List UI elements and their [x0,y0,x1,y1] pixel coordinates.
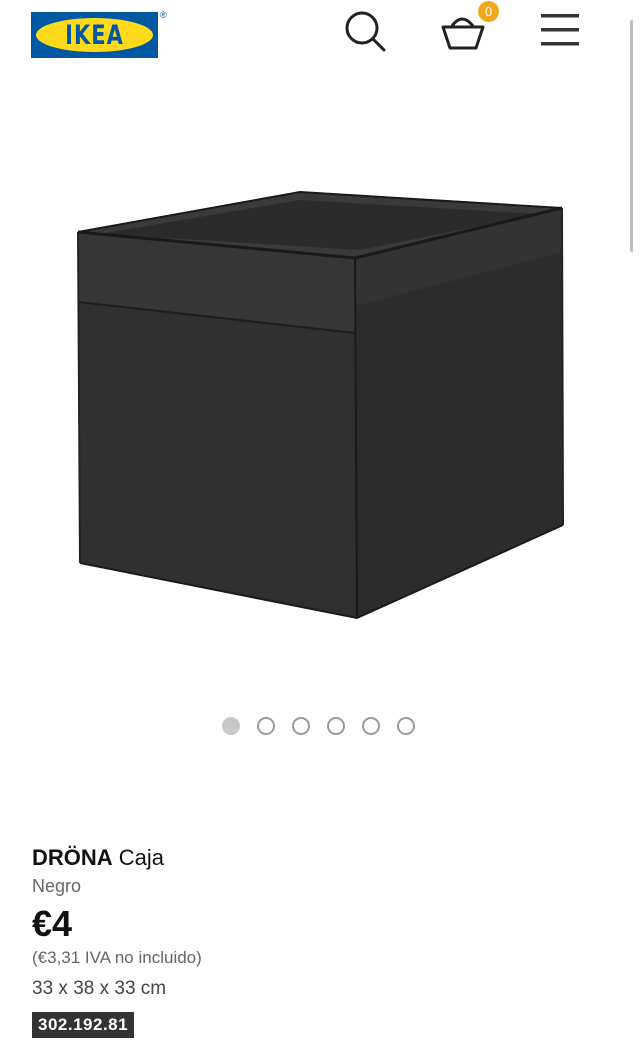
storage-box-image [77,190,564,620]
product-price: €4 [32,903,73,944]
search-button[interactable] [342,8,388,54]
ikea-logo[interactable]: IKEA [31,12,158,58]
carousel-dot-6[interactable] [397,717,415,735]
article-number: 302.192.81 [32,1012,135,1038]
menu-button[interactable] [538,10,582,50]
cart-count-badge: 0 [478,1,499,22]
carousel-dot-3[interactable] [292,717,310,735]
site-header: IKEA ® 0 [0,0,640,70]
product-image[interactable] [60,180,580,630]
carousel-dot-5[interactable] [362,717,380,735]
carousel-dot-2[interactable] [257,717,275,735]
logo-text: IKEA [65,20,124,50]
logo-oval: IKEA [36,18,153,52]
hamburger-menu-icon [541,14,579,46]
registered-mark: ® [160,10,167,20]
search-icon [345,11,386,52]
product-title: DRÖNA Caja [32,844,592,872]
product-type: Caja [118,845,165,870]
product-variant: Negro [32,876,82,896]
price-excl-vat: (€3,31 IVA no incluido) [32,948,202,967]
product-name: DRÖNA [32,845,113,870]
carousel-dot-4[interactable] [327,717,345,735]
scrollbar[interactable] [630,20,633,252]
image-carousel-dots [220,716,420,740]
product-dimensions: 33 x 38 x 33 cm [32,978,167,999]
product-info: DRÖNA Caja Negro €4 (€3,31 IVA no inclui… [32,844,592,1038]
carousel-dot-1[interactable] [222,717,240,735]
